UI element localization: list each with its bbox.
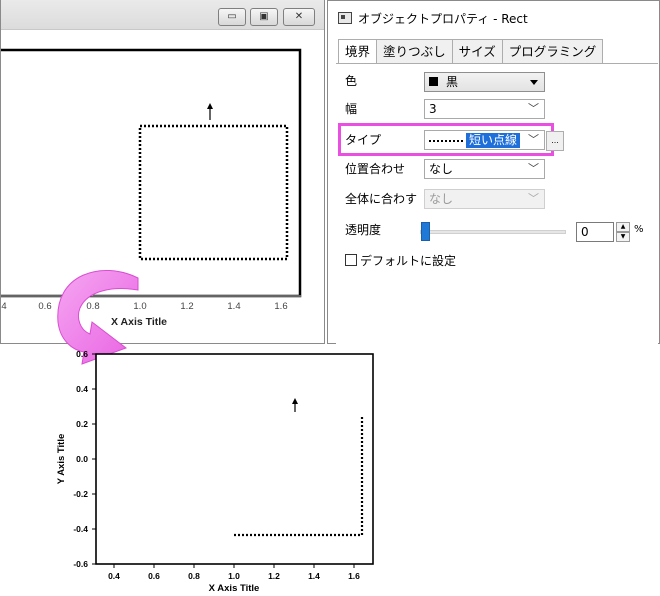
x-tick: 0.8	[188, 571, 200, 581]
x-tick: 0.6	[148, 571, 160, 581]
type-more-button[interactable]: ...	[546, 131, 564, 151]
color-dropdown[interactable]: 黒	[424, 72, 545, 92]
chevron-down-icon: ﹀	[528, 192, 539, 205]
dotted-line-preview-icon	[429, 139, 463, 142]
x-tick-partial: 4	[1, 301, 6, 312]
dialog-app-icon	[338, 12, 352, 24]
width-combobox[interactable]: 3 ﹀	[424, 99, 545, 119]
color-label: 色	[345, 74, 358, 88]
position-combobox[interactable]: なし ﹀	[424, 159, 545, 179]
default-label: デフォルトに設定	[360, 254, 457, 268]
opacity-input[interactable]: 0	[576, 222, 614, 242]
minimize-button[interactable]: ▭	[218, 8, 246, 26]
type-label: タイプ	[345, 133, 382, 147]
chevron-down-icon: ﹀	[528, 102, 539, 115]
dropdown-arrow-icon	[530, 80, 538, 85]
x-tick: 1.0	[228, 571, 240, 581]
x-tick: 1.2	[180, 301, 193, 312]
tab-programming[interactable]: プログラミング	[501, 39, 604, 63]
width-value: 3	[429, 102, 437, 116]
chevron-down-icon: ﹀	[528, 162, 539, 175]
y-tick: 0.6	[76, 349, 88, 359]
color-swatch	[429, 77, 438, 86]
fit-value: なし	[429, 192, 454, 206]
opacity-label: 透明度	[345, 223, 382, 237]
y-tick: -0.4	[73, 524, 88, 534]
x-tick: 1.2	[268, 571, 280, 581]
type-combobox[interactable]: 短い点線 ﹀	[424, 130, 545, 150]
y-tick: 0.4	[76, 384, 88, 394]
default-checkbox[interactable]	[345, 254, 357, 266]
result-graph: 0.6 0.4 0.2 0.0 -0.2 -0.4 -0.6 0.4 0.6 0…	[56, 349, 374, 594]
maximize-button[interactable]: ▣	[250, 8, 278, 26]
close-button[interactable]: ✕	[283, 8, 315, 26]
y-tick: -0.2	[73, 489, 88, 499]
x-axis-title: X Axis Title	[209, 583, 260, 594]
tab-fill[interactable]: 塗りつぶし	[376, 39, 453, 63]
spin-up-icon[interactable]: ▲	[616, 222, 630, 232]
color-value: 黒	[446, 75, 459, 89]
dialog-title: オブジェクトプロパティ - Rect	[358, 12, 528, 26]
spin-down-icon[interactable]: ▼	[616, 232, 630, 242]
tab-size[interactable]: サイズ	[451, 39, 503, 63]
x-tick: 1.4	[308, 571, 320, 581]
tab-border[interactable]: 境界	[338, 39, 378, 64]
y-tick: -0.6	[73, 559, 88, 569]
opacity-unit: %	[634, 224, 644, 235]
graph-window-titlebar: ▭ ▣ ✕	[1, 0, 324, 30]
x-tick: 1.4	[227, 301, 240, 312]
x-tick: 1.6	[274, 301, 287, 312]
type-value: 短い点線	[466, 133, 521, 148]
position-value: なし	[429, 162, 454, 176]
dialog-tabs: 境界 塗りつぶし サイズ プログラミング	[338, 39, 604, 64]
fit-label: 全体に合わす	[345, 192, 418, 206]
fit-combobox: なし ﹀	[424, 189, 545, 209]
position-label: 位置合わせ	[345, 162, 406, 176]
y-axis-title: Y Axis Title	[56, 434, 67, 485]
y-tick: 0.2	[76, 419, 88, 429]
opacity-slider-track[interactable]	[420, 230, 566, 234]
chevron-down-icon: ﹀	[528, 133, 539, 146]
x-tick: 1.6	[348, 571, 360, 581]
opacity-spinner[interactable]: ▲ ▼	[616, 222, 630, 242]
y-tick: 0.0	[76, 454, 88, 464]
x-tick: 0.4	[108, 571, 120, 581]
dialog-titlebar: オブジェクトプロパティ - Rect	[328, 1, 659, 35]
result-plot-frame	[95, 353, 374, 565]
width-label: 幅	[345, 102, 358, 116]
opacity-slider-thumb[interactable]	[421, 222, 430, 241]
